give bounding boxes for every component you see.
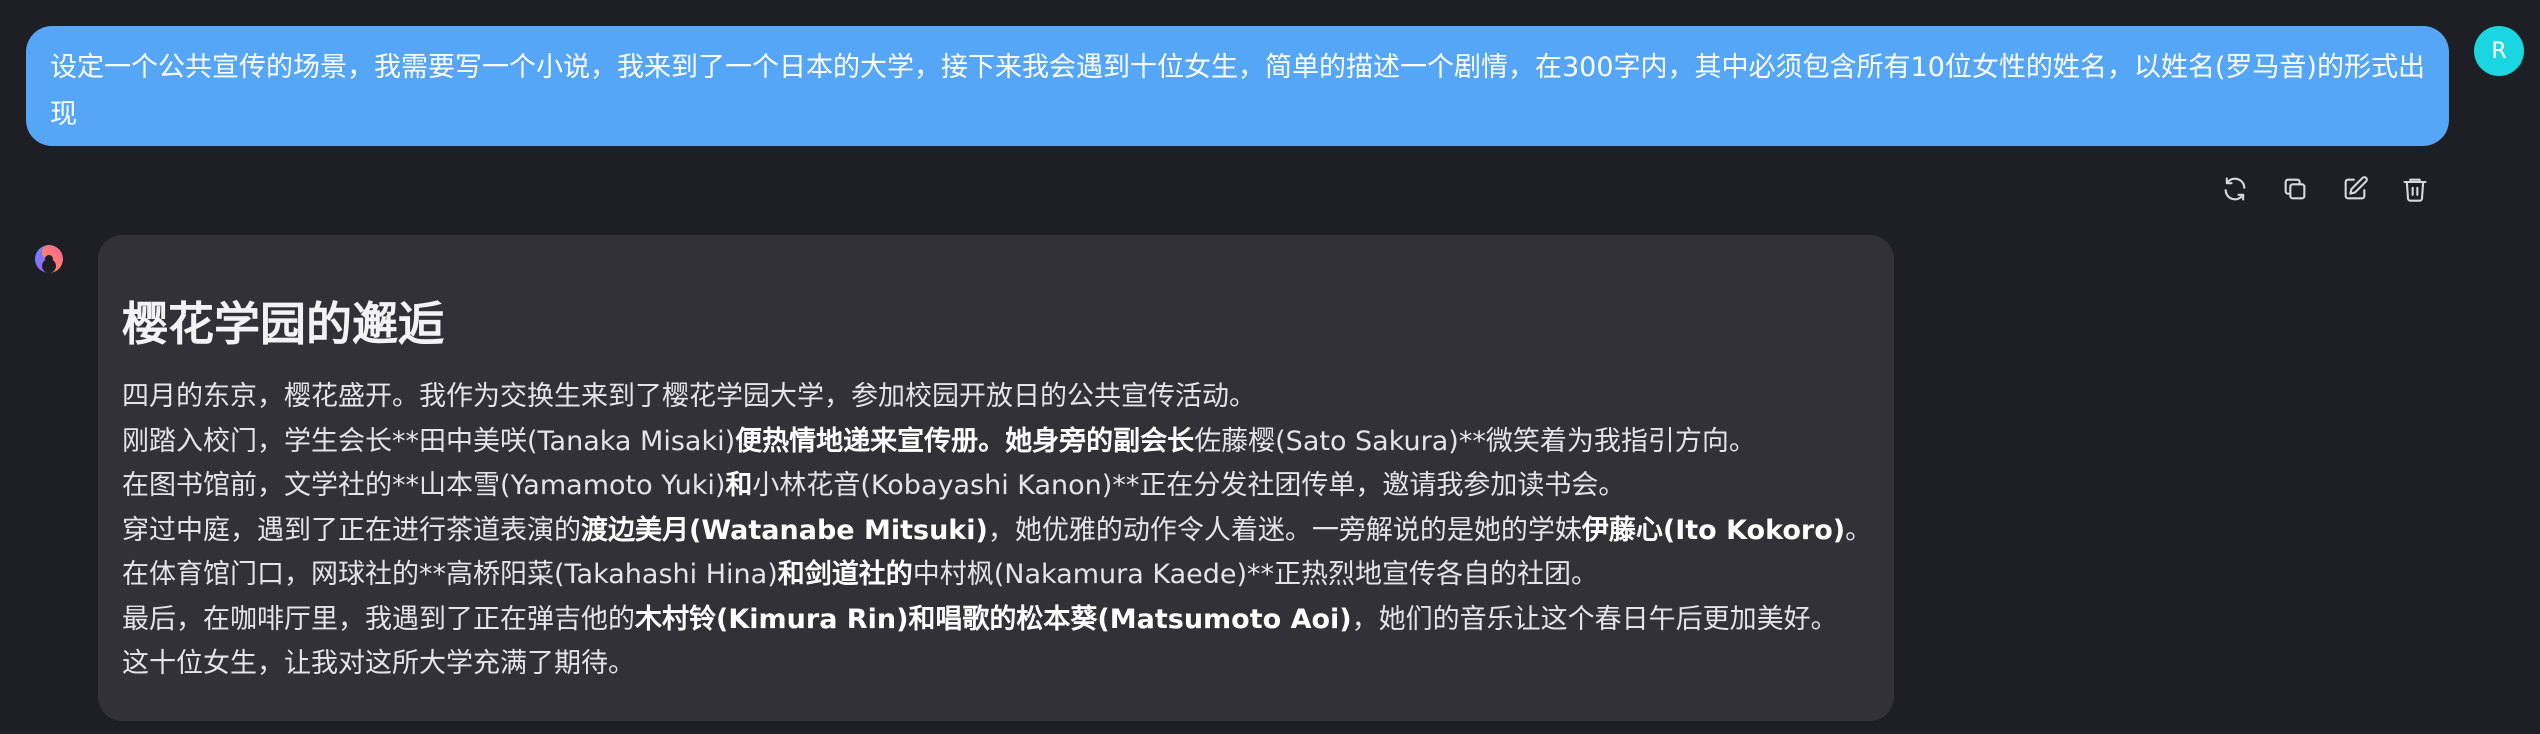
story-text: 在图书馆前，文学社的**山本雪(Yamamoto Yuki) bbox=[122, 470, 726, 501]
assistant-logo-icon bbox=[35, 245, 63, 273]
user-avatar[interactable]: R bbox=[2474, 26, 2524, 76]
avatar-letter: R bbox=[2491, 38, 2507, 64]
story-line: 最后，在咖啡厅里，我遇到了正在弹吉他的木村铃(Kimura Rin)和唱歌的松本… bbox=[122, 598, 1870, 643]
story-line: 这十位女生，让我对这所大学充满了期待。 bbox=[122, 642, 1870, 687]
story-text: 中村枫(Nakamura Kaede)**正热烈地宣传各自的社团。 bbox=[912, 559, 1599, 590]
regenerate-icon bbox=[2224, 177, 2246, 201]
story-line: 在图书馆前，文学社的**山本雪(Yamamoto Yuki)和小林花音(Koba… bbox=[122, 464, 1870, 509]
story-text: 刚踏入校门，学生会长**田中美咲(Tanaka Misaki) bbox=[122, 425, 736, 457]
story-bold-text: 木村铃(Kimura Rin) bbox=[635, 603, 909, 635]
story-text: 小林花音(Kobayashi Kanon)**正在分发社团传单，邀请我参加读书会… bbox=[752, 470, 1626, 501]
story-title: 樱花学园的邂逅 bbox=[122, 297, 444, 351]
edit-icon bbox=[2344, 176, 2368, 200]
story-bold-text: 伊藤心(Ito Kokoro) bbox=[1581, 514, 1846, 546]
copy-icon bbox=[2284, 178, 2306, 200]
story-body: 四月的东京，樱花盛开。我作为交换生来到了樱花学园大学，参加校园开放日的公共宣传活… bbox=[122, 375, 1873, 687]
story-bold-text: 唱歌的 bbox=[935, 603, 1017, 635]
regenerate-button[interactable] bbox=[2220, 174, 2250, 204]
story-text: 四月的东京，樱花盛开。我作为交换生来到了樱花学园大学，参加校园开放日的公共宣传活… bbox=[122, 381, 1256, 412]
story-bold-text: 和 bbox=[908, 603, 936, 635]
story-text: 穿过中庭，遇到了正在进行茶道表演的 bbox=[122, 514, 581, 546]
story-bold-text: 松本葵(Matsumoto Aoi) bbox=[1016, 603, 1352, 635]
user-message-bubble: 设定一个公共宣传的场景，我需要写一个小说，我来到了一个日本的大学，接下来我会遇到… bbox=[26, 26, 2449, 146]
story-text: 。 bbox=[1845, 514, 1873, 546]
assistant-message-bubble: 樱花学园的邂逅 四月的东京，樱花盛开。我作为交换生来到了樱花学园大学，参加校园开… bbox=[98, 235, 1894, 721]
story-line: 刚踏入校门，学生会长**田中美咲(Tanaka Misaki)便热情地递来宣传册… bbox=[122, 420, 1870, 465]
story-text: ，她优雅的动作令人着迷。一旁解说的是她的学妹 bbox=[987, 514, 1582, 546]
story-bold-text: 和剑道社的 bbox=[777, 559, 913, 590]
story-line: 在体育馆门口，网球社的**高桥阳菜(Takahashi Hina)和剑道社的中村… bbox=[122, 553, 1870, 598]
story-text: 在体育馆门口，网球社的**高桥阳菜(Takahashi Hina) bbox=[122, 559, 778, 590]
message-actions bbox=[2220, 174, 2430, 204]
copy-button[interactable] bbox=[2280, 174, 2310, 204]
delete-button[interactable] bbox=[2400, 174, 2430, 204]
story-text: 最后，在咖啡厅里，我遇到了正在弹吉他的 bbox=[122, 603, 635, 635]
story-line: 穿过中庭，遇到了正在进行茶道表演的渡边美月(Watanabe Mitsuki)，… bbox=[122, 509, 1873, 554]
story-line: 四月的东京，樱花盛开。我作为交换生来到了樱花学园大学，参加校园开放日的公共宣传活… bbox=[122, 375, 1870, 420]
story-text: 这十位女生，让我对这所大学充满了期待。 bbox=[122, 648, 635, 679]
delete-icon bbox=[2403, 178, 2427, 202]
story-text: 佐藤樱(Sato Sakura)**微笑着为我指引方向。 bbox=[1194, 425, 1756, 457]
story-bold-text: 和 bbox=[725, 470, 753, 501]
story-bold-text: 渡边美月(Watanabe Mitsuki) bbox=[581, 514, 988, 546]
story-bold-text: 便热情地递来宣传册。她身旁的副会长 bbox=[735, 425, 1195, 457]
edit-button[interactable] bbox=[2340, 174, 2370, 204]
user-message-text: 设定一个公共宣传的场景，我需要写一个小说，我来到了一个日本的大学，接下来我会遇到… bbox=[50, 52, 2425, 130]
story-text: ，她们的音乐让这个春日午后更加美好。 bbox=[1351, 603, 1838, 635]
